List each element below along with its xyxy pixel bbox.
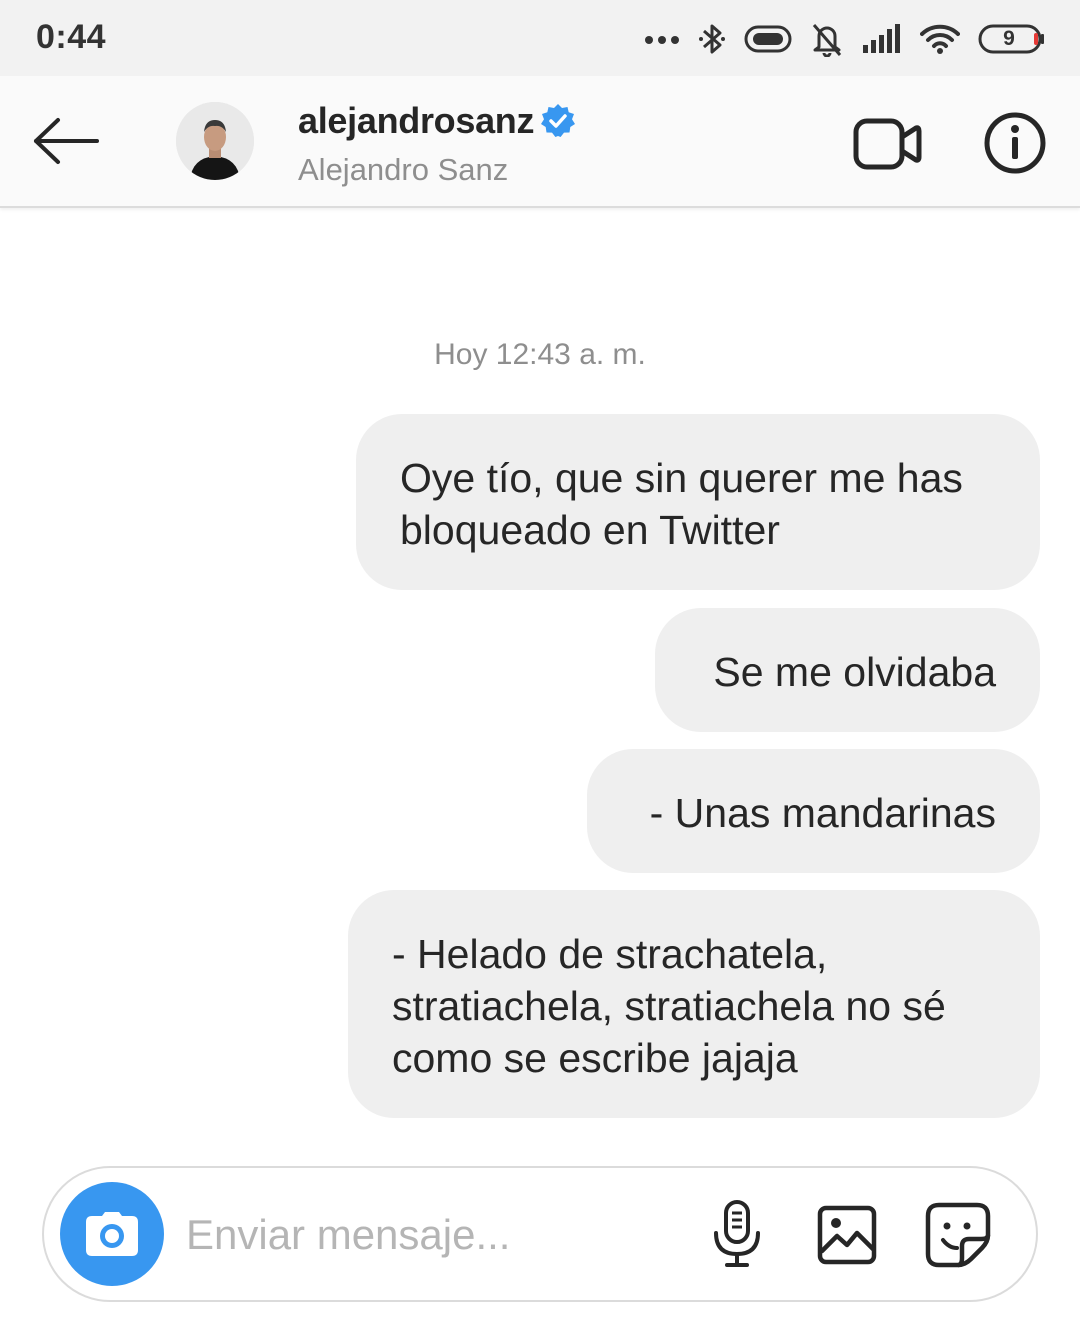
info-icon: [984, 112, 1046, 174]
message-bubble[interactable]: Oye tío, que sin querer me has bloqueado…: [356, 414, 1040, 590]
message-bubble[interactable]: Se me olvidaba: [655, 608, 1040, 732]
username-row[interactable]: alejandrosanz: [298, 100, 576, 142]
back-arrow-icon: [34, 118, 99, 164]
gallery-button[interactable]: [816, 1204, 878, 1266]
sticker-icon: [925, 1202, 991, 1268]
battery-level: 9: [1003, 27, 1015, 50]
info-button[interactable]: [982, 110, 1048, 176]
message-composer: [42, 1166, 1038, 1302]
battery-icon: 9: [978, 24, 1046, 54]
more-dots-icon: [645, 36, 679, 44]
username: alejandrosanz: [298, 100, 535, 141]
chat-header: alejandrosanz Alejandro Sanz: [0, 76, 1080, 208]
avatar[interactable]: [176, 102, 254, 180]
status-bar: 0:44 9: [0, 0, 1080, 76]
sticker-button[interactable]: [924, 1202, 992, 1268]
full-name: Alejandro Sanz: [298, 152, 509, 187]
status-time: 0:44: [36, 18, 107, 56]
conversation-timestamp: Hoy 12:43 a. m.: [434, 338, 646, 371]
microphone-button[interactable]: [708, 1198, 766, 1270]
back-button[interactable]: [28, 108, 104, 174]
message-bubble[interactable]: - Unas mandarinas: [587, 749, 1040, 873]
gallery-icon: [817, 1205, 877, 1265]
verified-badge-icon: [541, 104, 576, 137]
message-bubble[interactable]: - Helado de strachatela, stratiachela, s…: [348, 890, 1040, 1118]
wifi-icon: [920, 24, 960, 54]
signal-icon: [863, 24, 900, 53]
microphone-icon: [714, 1200, 760, 1267]
bluetooth-icon: [699, 24, 725, 54]
status-icons: 9: [644, 18, 1046, 60]
video-call-icon: [853, 118, 922, 170]
camera-button[interactable]: [60, 1182, 164, 1286]
bell-off-icon: [812, 24, 842, 57]
message-input[interactable]: [186, 1200, 686, 1270]
vibrate-icon: [744, 25, 792, 53]
camera-icon: [86, 1212, 138, 1256]
video-call-button[interactable]: [850, 114, 926, 174]
